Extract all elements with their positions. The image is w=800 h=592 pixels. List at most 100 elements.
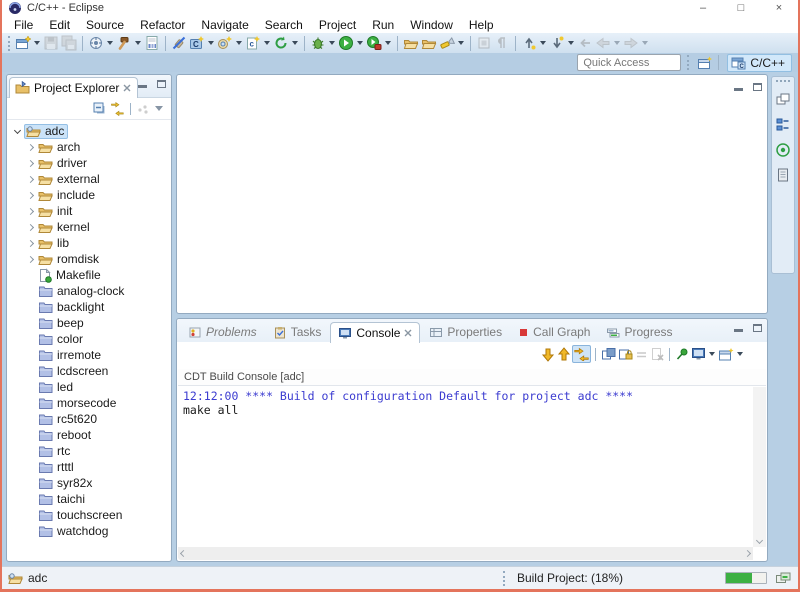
tree-item-project[interactable]: morsecode bbox=[7, 395, 171, 411]
tree-item-project[interactable]: rtc bbox=[7, 443, 171, 459]
debug-dropdown[interactable] bbox=[329, 41, 335, 45]
chevron-right-icon[interactable] bbox=[25, 241, 38, 246]
tab-problems[interactable]: Problems bbox=[181, 322, 264, 342]
back-button[interactable] bbox=[594, 34, 612, 52]
new-cpp-class-dropdown[interactable] bbox=[236, 41, 242, 45]
make-target-view-icon[interactable] bbox=[775, 142, 791, 158]
search-dropdown[interactable] bbox=[458, 41, 464, 45]
tab-call-graph[interactable]: Call Graph bbox=[511, 322, 597, 342]
minimize-view-icon[interactable] bbox=[138, 85, 147, 88]
pin-console-button[interactable] bbox=[674, 346, 690, 362]
forward-button[interactable] bbox=[622, 34, 640, 52]
focus-task-button[interactable] bbox=[135, 101, 151, 117]
tree-item-project[interactable]: beep bbox=[7, 315, 171, 331]
tree-item-project-adc[interactable]: adc bbox=[7, 123, 171, 139]
tab-progress[interactable]: Progress bbox=[599, 322, 679, 342]
back-dropdown[interactable] bbox=[614, 41, 620, 45]
tab-console[interactable]: Console bbox=[330, 322, 420, 343]
open-type-button[interactable] bbox=[402, 34, 420, 52]
manage-configurations-dropdown[interactable] bbox=[107, 41, 113, 45]
menu-navigate[interactable]: Navigate bbox=[193, 17, 256, 33]
chevron-down-icon[interactable] bbox=[11, 128, 24, 135]
external-tools-dropdown[interactable] bbox=[385, 41, 391, 45]
console-output[interactable]: 12:12:00 **** Build of configuration Def… bbox=[178, 387, 753, 547]
tree-item-folder[interactable]: lib bbox=[7, 235, 171, 251]
display-selected-console-button[interactable] bbox=[690, 346, 707, 362]
tree-item-project[interactable]: color bbox=[7, 331, 171, 347]
close-icon[interactable] bbox=[123, 84, 131, 92]
tree-item-project[interactable]: touchscreen bbox=[7, 507, 171, 523]
toggle-mark-occurrences-button[interactable] bbox=[475, 34, 493, 52]
clear-console-button[interactable] bbox=[649, 346, 665, 362]
menu-search[interactable]: Search bbox=[257, 17, 311, 33]
tree-item-project[interactable]: reboot bbox=[7, 427, 171, 443]
chevron-right-icon[interactable] bbox=[25, 193, 38, 198]
chevron-right-icon[interactable] bbox=[25, 225, 38, 230]
scroll-down-icon[interactable] bbox=[756, 537, 763, 544]
close-window-button[interactable]: × bbox=[760, 0, 798, 16]
open-resource-button[interactable] bbox=[420, 34, 438, 52]
show-error-in-editor-button[interactable] bbox=[572, 345, 591, 363]
close-icon[interactable] bbox=[404, 329, 412, 337]
horizontal-scrollbar[interactable] bbox=[178, 547, 753, 560]
save-all-button[interactable] bbox=[60, 34, 78, 52]
external-tools-button[interactable] bbox=[365, 34, 383, 52]
open-console-button[interactable] bbox=[717, 346, 735, 363]
last-edit-location-button[interactable] bbox=[576, 34, 594, 52]
open-perspective-button[interactable] bbox=[696, 54, 714, 72]
tree-item-folder[interactable]: kernel bbox=[7, 219, 171, 235]
run-button[interactable] bbox=[337, 34, 355, 52]
minimize-view-icon[interactable] bbox=[734, 88, 743, 91]
menu-refactor[interactable]: Refactor bbox=[132, 17, 193, 33]
documents-view-icon[interactable] bbox=[775, 167, 791, 183]
previous-annotation-dropdown[interactable] bbox=[540, 41, 546, 45]
tab-properties[interactable]: Properties bbox=[422, 322, 509, 342]
rebuild-index-dropdown[interactable] bbox=[292, 41, 298, 45]
search-button[interactable] bbox=[438, 34, 456, 52]
menu-edit[interactable]: Edit bbox=[41, 17, 78, 33]
new-wizard-dropdown[interactable] bbox=[34, 41, 40, 45]
progress-view-icon[interactable] bbox=[775, 571, 792, 585]
save-button[interactable] bbox=[42, 34, 60, 52]
run-dropdown[interactable] bbox=[357, 41, 363, 45]
tree-item-project[interactable]: irremote bbox=[7, 347, 171, 363]
tree-item-project[interactable]: lcdscreen bbox=[7, 363, 171, 379]
chevron-right-icon[interactable] bbox=[25, 145, 38, 150]
build-button[interactable] bbox=[115, 34, 133, 52]
forward-dropdown[interactable] bbox=[642, 41, 648, 45]
menu-help[interactable]: Help bbox=[461, 17, 502, 33]
tree-item-project[interactable]: backlight bbox=[7, 299, 171, 315]
quick-access-input[interactable] bbox=[577, 54, 681, 71]
new-wizard-button[interactable] bbox=[14, 34, 32, 52]
tree-item-project[interactable]: watchdog bbox=[7, 523, 171, 539]
display-console-dropdown[interactable] bbox=[709, 352, 715, 356]
debug-button[interactable] bbox=[309, 34, 327, 52]
copy-log-button[interactable] bbox=[600, 346, 617, 362]
menu-project[interactable]: Project bbox=[311, 17, 364, 33]
menu-file[interactable]: File bbox=[6, 17, 41, 33]
chevron-right-icon[interactable] bbox=[25, 209, 38, 214]
tree-item-project[interactable]: analog-clock bbox=[7, 283, 171, 299]
tree-item-project[interactable]: led bbox=[7, 379, 171, 395]
perspective-cpp-button[interactable]: C C/C++ bbox=[727, 54, 792, 72]
maximize-view-icon[interactable] bbox=[753, 83, 762, 91]
menu-run[interactable]: Run bbox=[364, 17, 402, 33]
next-annotation-button[interactable] bbox=[548, 34, 566, 52]
tree-item-project[interactable]: rtttl bbox=[7, 459, 171, 475]
tree-item-folder[interactable]: driver bbox=[7, 155, 171, 171]
previous-error-button[interactable] bbox=[556, 346, 572, 363]
manage-configurations-button[interactable] bbox=[87, 34, 105, 52]
view-menu-icon[interactable] bbox=[155, 106, 163, 111]
new-cpp-class-button[interactable] bbox=[216, 34, 234, 52]
rebuild-index-button[interactable] bbox=[272, 34, 290, 52]
tree-item-folder[interactable]: include bbox=[7, 187, 171, 203]
new-c-file-button[interactable]: c bbox=[244, 34, 262, 52]
chevron-right-icon[interactable] bbox=[25, 177, 38, 182]
word-wrap-button[interactable] bbox=[634, 347, 649, 362]
collapse-all-button[interactable] bbox=[91, 100, 108, 117]
previous-annotation-button[interactable] bbox=[520, 34, 538, 52]
maximize-view-icon[interactable] bbox=[157, 80, 166, 88]
tree-item-folder[interactable]: external bbox=[7, 171, 171, 187]
minimize-view-icon[interactable] bbox=[734, 329, 743, 332]
menu-source[interactable]: Source bbox=[78, 17, 132, 33]
